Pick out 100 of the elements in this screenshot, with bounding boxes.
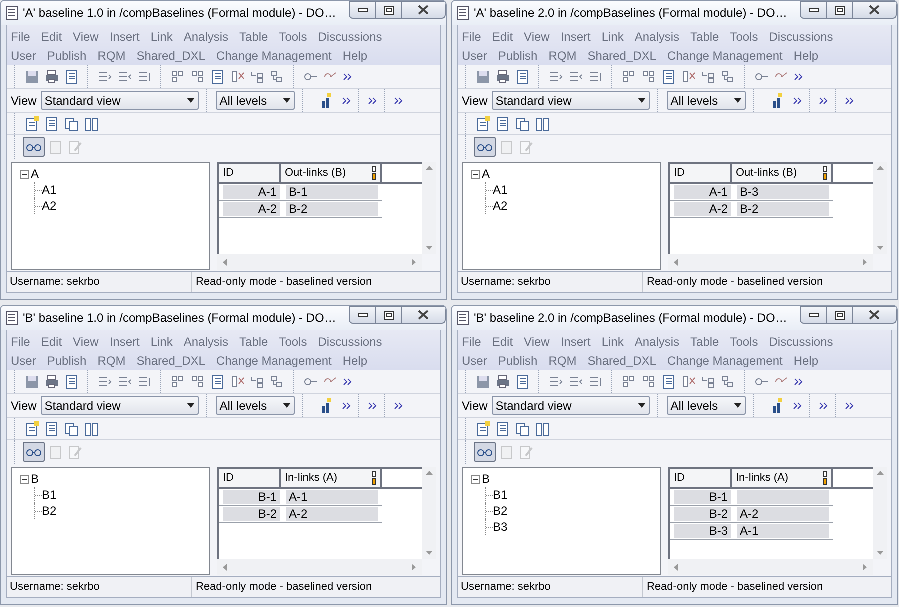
hierarchy-icon[interactable] [641,68,657,84]
chevron-icon[interactable] [844,96,854,104]
new-document-icon[interactable] [475,116,491,132]
collapse-icon[interactable] [471,474,480,484]
menu-item[interactable]: RQM [98,46,126,64]
column-header[interactable]: ID [219,469,281,487]
menu-item[interactable]: Analysis [184,28,229,46]
glasses-icon[interactable] [474,442,496,462]
horizontal-scrollbar[interactable] [217,254,422,270]
menu-item[interactable]: Link [150,332,173,350]
column-header[interactable]: In-links (A) [732,469,833,487]
menu-item[interactable]: User [11,352,36,370]
collapse-icon[interactable] [471,170,480,178]
menu-item[interactable]: Discussions [318,332,382,350]
menu-item[interactable]: Help [342,46,368,64]
scroll-right-icon[interactable] [412,258,416,266]
column-header[interactable]: In-links (A) [281,469,382,487]
scroll-down-icon[interactable] [426,246,432,250]
split-document-icon[interactable] [535,420,551,436]
tree-item[interactable]: B3 [493,519,508,535]
menu-item[interactable]: User [462,352,488,370]
tree-item[interactable]: B2 [493,503,508,519]
menu-item[interactable]: Table [240,332,268,350]
chevron-icon[interactable] [394,402,403,410]
tree-item[interactable]: B1 [42,487,57,503]
minimize-button[interactable] [349,1,376,19]
menu-item[interactable]: Publish [47,352,87,370]
horizontal-scrollbar[interactable] [217,559,422,575]
collapse-icon[interactable] [20,474,29,484]
save-icon[interactable] [24,374,40,390]
menu-item[interactable]: Help [794,352,819,370]
close-button[interactable] [402,1,446,19]
scroll-down-icon[interactable] [876,551,884,555]
new-document-icon[interactable] [24,116,40,132]
document-icon[interactable] [661,374,677,390]
delete-object-icon[interactable] [681,68,697,84]
menu-item[interactable]: Link [602,28,624,46]
menu-item[interactable]: Insert [110,332,140,350]
menu-item[interactable]: User [462,46,488,64]
vertical-scrollbar[interactable] [422,162,436,254]
menu-item[interactable]: File [462,332,482,350]
close-button[interactable] [402,306,446,324]
delete-object-icon[interactable] [230,68,246,84]
document-icon[interactable] [515,374,531,390]
hierarchy-icon[interactable] [190,374,206,390]
chevron-icon[interactable] [792,96,802,104]
menu-item[interactable]: View [73,28,99,46]
menu-item[interactable]: Discussions [769,332,834,350]
menu-item[interactable]: File [11,332,30,350]
hierarchy-icon[interactable] [621,374,637,390]
menu-item[interactable]: Tools [279,332,308,350]
new-document-icon[interactable] [475,420,491,436]
levels-select[interactable]: All levels [216,91,295,110]
menu-item[interactable]: Edit [41,28,62,46]
menu-item[interactable]: Change Management [216,46,332,64]
menu-item[interactable]: Discussions [769,28,834,46]
new-document-icon[interactable] [24,420,40,436]
delete-object-icon[interactable] [681,374,697,390]
document-icon[interactable] [64,68,80,84]
split-document-icon[interactable] [535,116,551,132]
tree-item[interactable]: B1 [493,487,508,503]
levels-select[interactable]: All levels [666,91,746,110]
menu-item[interactable]: Edit [492,332,514,350]
tree-item[interactable]: A [31,166,40,182]
document-icon[interactable] [515,68,531,84]
minimize-button[interactable] [349,306,376,324]
close-button[interactable] [853,306,897,324]
glasses-icon[interactable] [474,137,496,157]
tree-item[interactable]: A2 [493,198,508,214]
chevron-icon[interactable] [844,402,854,410]
chevron-icon[interactable] [394,96,403,104]
column-header[interactable]: Out-links (B) [281,164,382,182]
scroll-left-icon[interactable] [674,564,678,570]
menu-item[interactable]: Tools [730,28,758,46]
menu-item[interactable]: Insert [560,28,591,46]
menu-item[interactable]: File [462,28,482,46]
levels-select[interactable]: All levels [666,396,746,415]
document-icon[interactable] [44,420,60,436]
maximize-button[interactable] [376,306,402,324]
document-icon[interactable] [495,420,511,436]
menu-item[interactable]: View [73,332,99,350]
menu-item[interactable]: Link [150,28,173,46]
menu-item[interactable]: Change Management [667,352,783,370]
chevron-icon[interactable] [368,402,377,410]
vertical-scrollbar[interactable] [422,467,436,559]
chevron-icon[interactable] [818,402,828,410]
view-select[interactable]: Standard view [40,396,199,415]
printer-icon[interactable] [44,374,60,390]
scroll-down-icon[interactable] [426,551,432,555]
menu-item[interactable]: Analysis [634,332,680,350]
vertical-scrollbar[interactable] [873,467,887,559]
menu-item[interactable]: Publish [498,46,538,64]
hierarchy-icon[interactable] [641,374,657,390]
menu-item[interactable]: RQM [548,46,577,64]
menu-item[interactable]: Tools [730,332,758,350]
tree-item[interactable]: A1 [493,182,508,198]
hierarchy-icon[interactable] [170,374,186,390]
save-icon[interactable] [475,374,491,390]
menu-item[interactable]: Edit [492,28,514,46]
column-header[interactable]: Out-links (B) [732,164,833,182]
